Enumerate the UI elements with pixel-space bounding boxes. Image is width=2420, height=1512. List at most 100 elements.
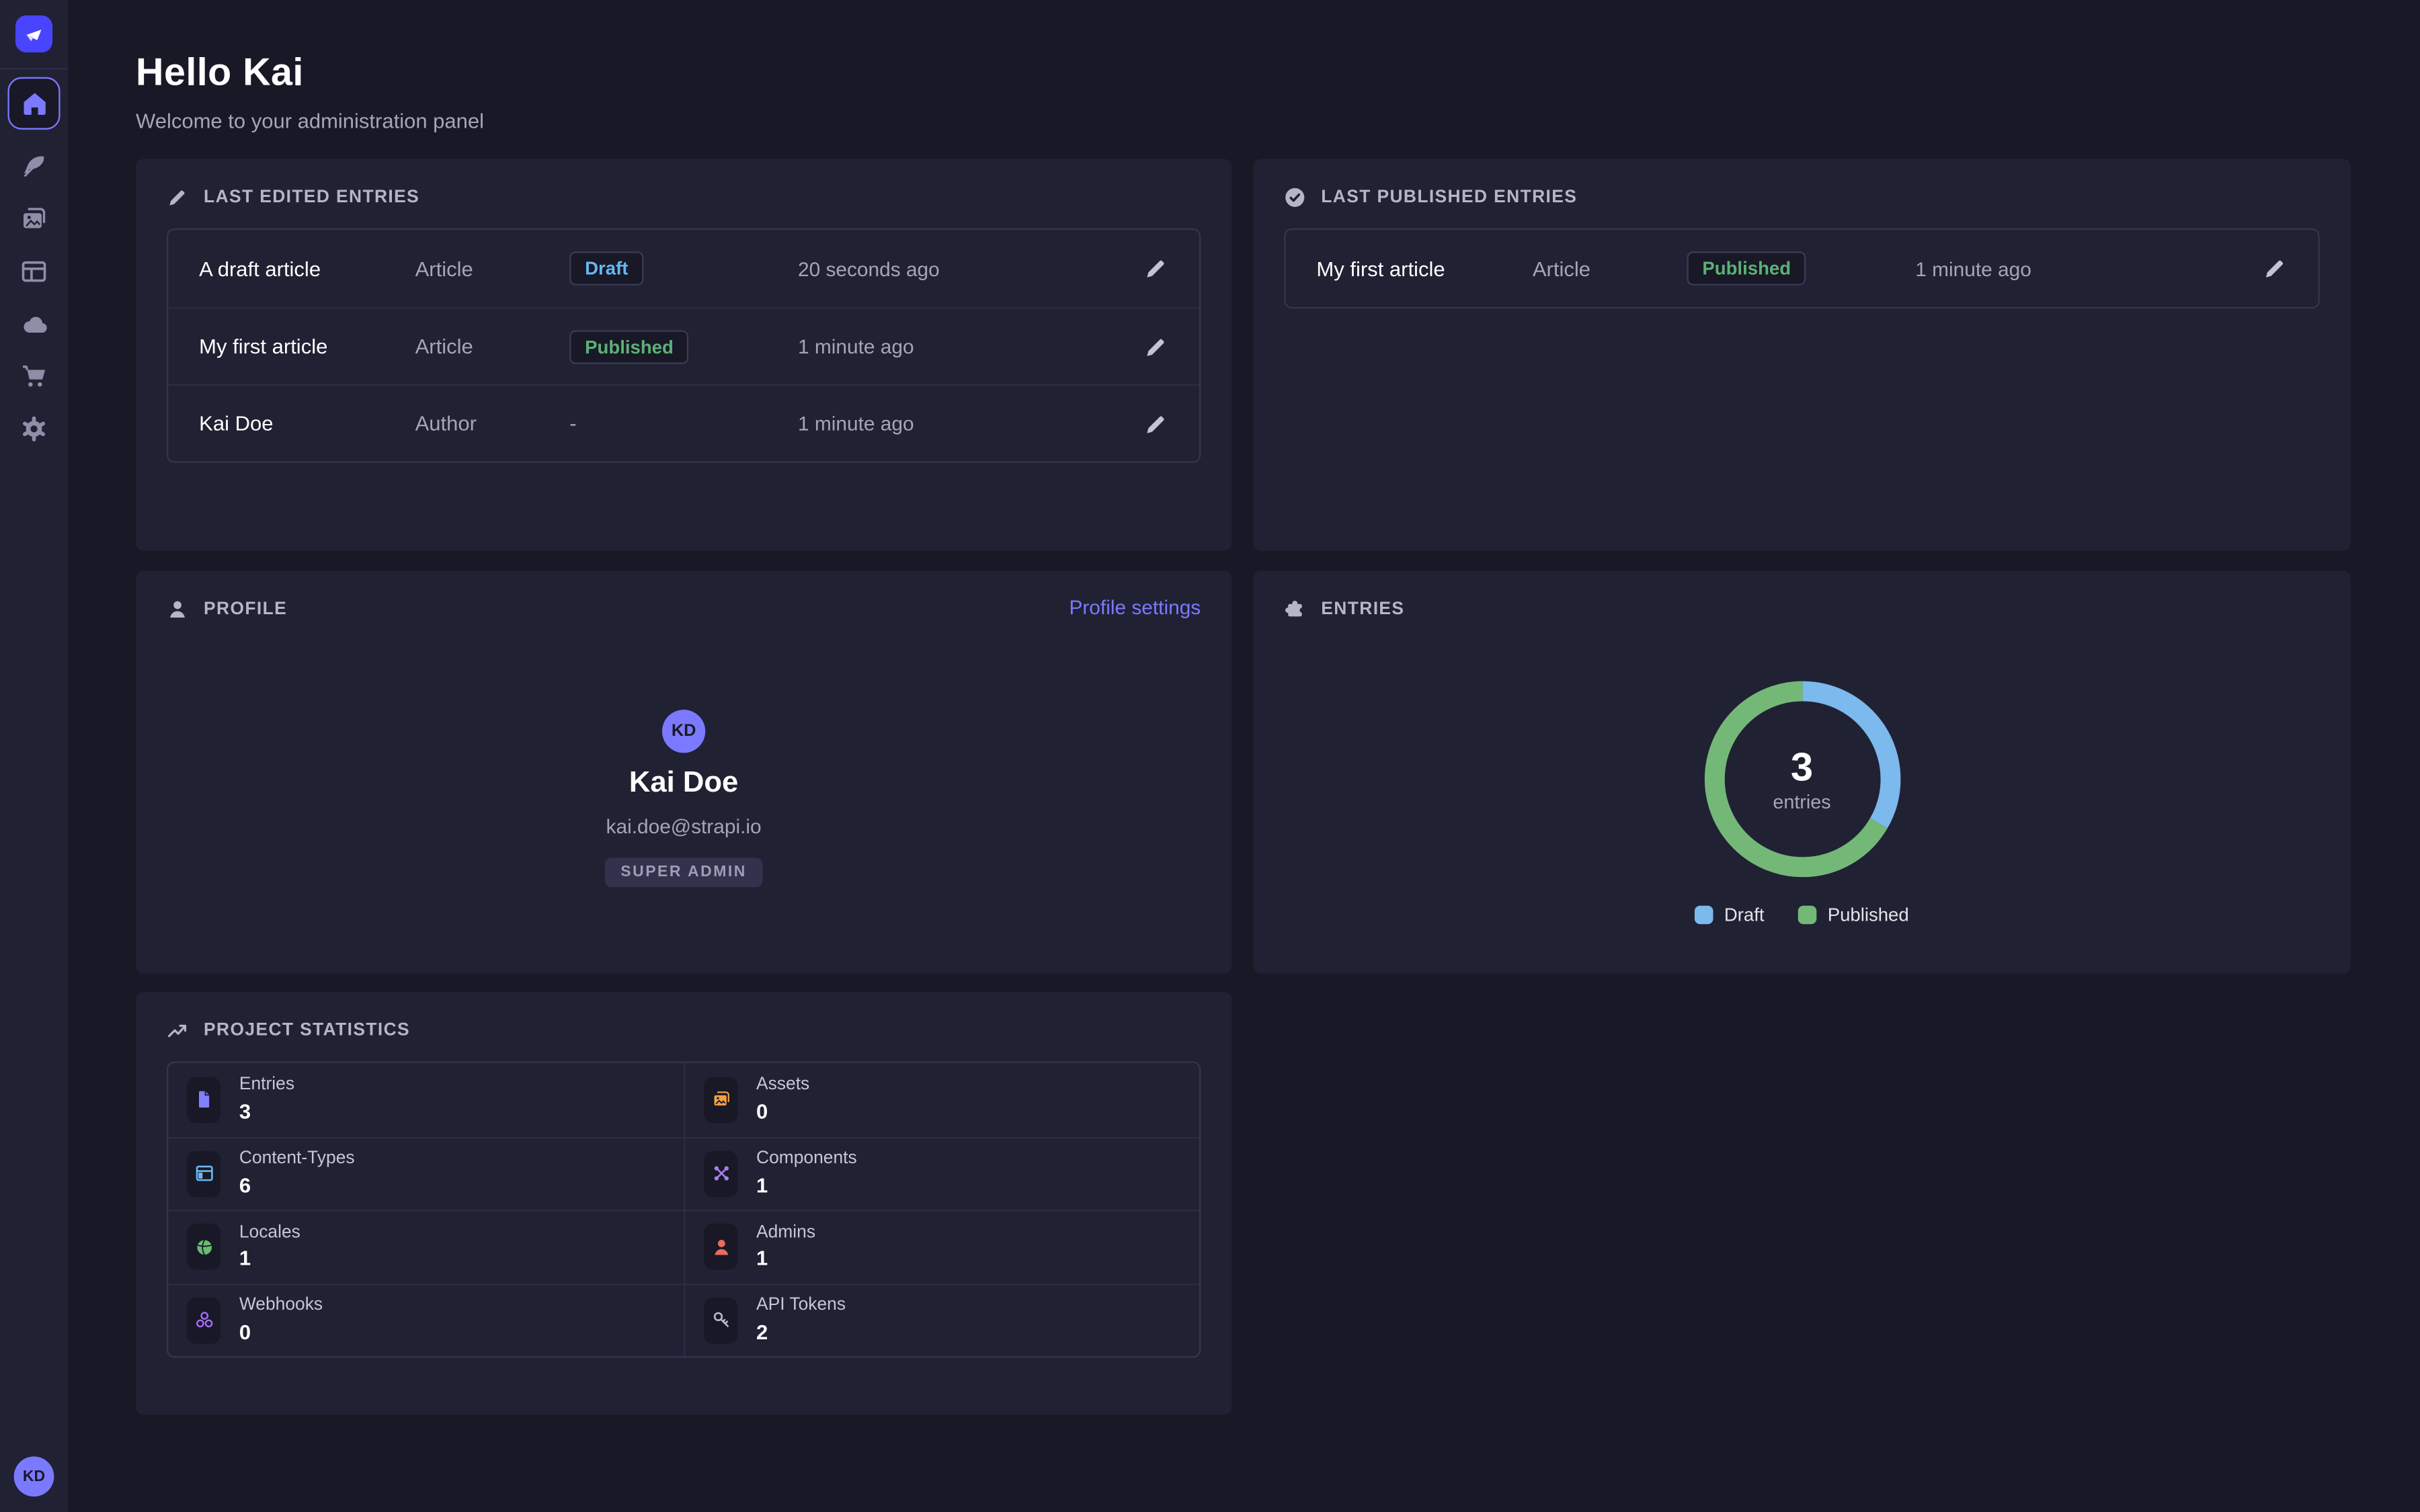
pencil-icon [1143, 256, 1168, 281]
cart-icon [20, 363, 48, 390]
stat-label: Content-Types [239, 1151, 355, 1169]
user-avatar[interactable]: KD [14, 1456, 54, 1497]
stat-value: 1 [239, 1249, 300, 1269]
sidebar-item-marketplace[interactable] [19, 361, 50, 392]
stat-label: Entries [239, 1077, 294, 1095]
trend-up-icon [167, 1020, 188, 1042]
status-badge: Published [1687, 251, 1806, 286]
webhook-icon [194, 1310, 214, 1331]
layout-icon [194, 1164, 214, 1184]
status-badge: Draft [569, 251, 643, 286]
sidebar-item-content-type-builder[interactable] [19, 151, 50, 182]
stat-label: Webhooks [239, 1298, 323, 1315]
profile-name: Kai Doe [629, 767, 738, 801]
pencil-icon [2263, 256, 2288, 281]
sidebar-divider [0, 68, 68, 69]
entry-time: 1 minute ago [798, 335, 1128, 358]
stat-webhooks: Webhooks 0 [168, 1283, 684, 1356]
project-statistics-card: PROJECT STATISTICS Entries 3 [136, 992, 1232, 1415]
strapi-logo[interactable] [15, 15, 52, 52]
components-icon [711, 1164, 731, 1184]
entry-type: Article [1533, 257, 1687, 280]
card-title: LAST PUBLISHED ENTRIES [1321, 188, 1577, 207]
sidebar-item-settings[interactable] [19, 413, 50, 444]
stat-label: Locales [239, 1224, 300, 1242]
entry-type: Article [415, 257, 570, 280]
chart-legend: Draft Published [1695, 904, 1909, 925]
stat-label: Components [756, 1151, 857, 1169]
entry-time: 1 minute ago [798, 412, 1128, 435]
stat-value: 2 [756, 1322, 846, 1343]
stat-admins: Admins 1 [684, 1210, 1199, 1283]
stat-components: Components1 [684, 1136, 1199, 1210]
edit-entry-button[interactable] [1143, 411, 1168, 436]
sidebar-item-media-library[interactable] [19, 204, 50, 235]
page-subtitle: Welcome to your administration panel [136, 110, 2352, 132]
card-title: ENTRIES [1321, 600, 1404, 619]
images-icon [20, 205, 48, 233]
edit-entry-button[interactable] [1143, 334, 1168, 359]
stat-label: Admins [756, 1224, 815, 1242]
document-icon [194, 1089, 214, 1109]
entries-card: ENTRIES 3 entries [1253, 571, 2350, 973]
card-title: PROJECT STATISTICS [204, 1021, 410, 1040]
main-content: Hello Kai Welcome to your administration… [68, 0, 2420, 1512]
status-empty: - [569, 411, 576, 434]
stat-label: Assets [756, 1077, 809, 1095]
user-icon [711, 1237, 731, 1257]
entry-name: My first article [1316, 257, 1532, 280]
images-icon [711, 1089, 731, 1109]
profile-avatar: KD [662, 710, 705, 753]
app-window: KD Hello Kai Welcome to your administrat… [0, 0, 2420, 1512]
key-icon [711, 1310, 731, 1331]
stat-value: 3 [239, 1101, 294, 1122]
page-title: Hello Kai [136, 51, 2352, 96]
sidebar-item-home[interactable] [7, 77, 60, 130]
profile-email: kai.doe@strapi.io [606, 814, 762, 837]
entries-total: 3 [1791, 746, 1813, 786]
entry-name: My first article [199, 335, 415, 358]
last-edited-entries-card: LAST EDITED ENTRIES A draft article Arti… [136, 159, 1232, 550]
legend-item-draft: Draft [1695, 904, 1764, 925]
table-row[interactable]: My first article Article Published 1 min… [168, 307, 1199, 384]
sidebar-item-cloud[interactable] [19, 308, 50, 339]
entry-name: Kai Doe [199, 412, 415, 435]
person-icon [167, 599, 188, 620]
layout-icon [20, 257, 48, 285]
stat-entries: Entries 3 [168, 1063, 684, 1136]
globe-icon [194, 1237, 214, 1257]
status-badge: Published [569, 329, 689, 364]
pencil-icon [1143, 411, 1168, 436]
table-row[interactable]: My first article Article Published 1 min… [1285, 230, 2318, 307]
entries-total-label: entries [1773, 791, 1830, 812]
sidebar-item-content-manager[interactable] [19, 256, 50, 287]
last-published-entries-card: LAST PUBLISHED ENTRIES My first article … [1253, 159, 2350, 550]
entry-time: 1 minute ago [1915, 257, 2247, 280]
stat-assets: Assets0 [684, 1063, 1199, 1136]
stat-locales: Locales 1 [168, 1210, 684, 1283]
table-row[interactable]: A draft article Article Draft 20 seconds… [168, 230, 1199, 307]
role-badge: SUPER ADMIN [605, 858, 762, 888]
entry-type: Article [415, 335, 570, 358]
gear-icon [20, 415, 48, 443]
draft-swatch [1695, 906, 1713, 925]
pencil-icon [1143, 334, 1168, 359]
legend-label: Published [1828, 904, 1909, 925]
stat-value: 1 [756, 1249, 815, 1269]
statistics-table: Entries3 Assets0 [167, 1062, 1201, 1358]
card-title: PROFILE [204, 600, 287, 619]
last-published-table: My first article Article Published 1 min… [1284, 228, 2320, 308]
stat-value: 0 [239, 1322, 323, 1343]
home-icon [21, 90, 47, 116]
cloud-icon [19, 309, 49, 339]
card-title: LAST EDITED ENTRIES [204, 188, 419, 207]
entries-donut-chart: 3 entries [1703, 680, 1901, 878]
puzzle-icon [1284, 599, 1305, 620]
table-row[interactable]: Kai Doe Author - 1 minute ago [168, 384, 1199, 462]
published-swatch [1798, 906, 1817, 925]
edit-entry-button[interactable] [1143, 256, 1168, 281]
profile-settings-link[interactable]: Profile settings [1069, 595, 1201, 618]
pencil-icon [167, 187, 188, 208]
edit-entry-button[interactable] [2263, 256, 2288, 281]
entry-name: A draft article [199, 257, 415, 280]
